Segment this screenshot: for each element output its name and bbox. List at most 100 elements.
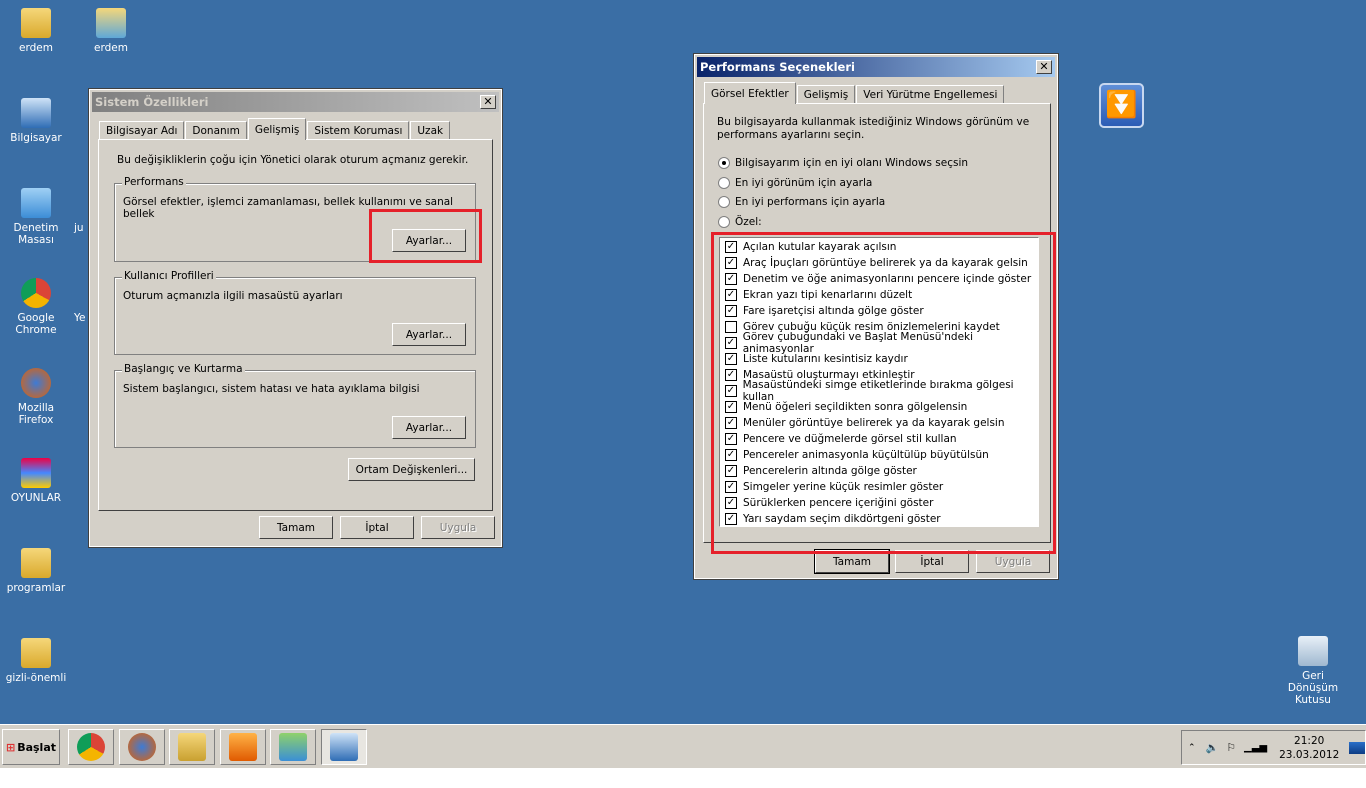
control-panel-icon xyxy=(21,188,51,218)
explorer-icon xyxy=(178,733,206,761)
taskbar-button[interactable] xyxy=(270,729,316,765)
radio-label: Bilgisayarım için en iyi olanı Windows s… xyxy=(735,157,969,169)
folder-icon xyxy=(21,548,51,578)
ok-button[interactable]: Tamam xyxy=(259,516,333,539)
taskbar-button[interactable] xyxy=(118,729,165,765)
desktop-icon[interactable]: Mozilla Firefox xyxy=(0,368,72,426)
taskbar-button[interactable] xyxy=(219,729,266,765)
users-icon xyxy=(279,733,307,761)
desktop-icon-label: gizli-önemli xyxy=(5,672,67,684)
desktop-icon[interactable]: erdem xyxy=(75,8,147,54)
desktop-icon-label: Mozilla Firefox xyxy=(17,402,55,426)
radio-button[interactable] xyxy=(718,215,730,228)
chrome-icon xyxy=(21,278,51,308)
intro-text: Bu bilgisayarda kullanmak istediğiniz Wi… xyxy=(717,116,1030,141)
media-player-icon xyxy=(228,733,257,761)
admin-note: Bu değişikliklerin çoğu için Yönetici ol… xyxy=(117,154,469,166)
chrome-icon xyxy=(77,733,105,761)
tab[interactable]: Gelişmiş xyxy=(796,85,856,104)
desktop-icon-label: Geri Dönüşüm Kutusu xyxy=(1287,670,1339,706)
computer-icon xyxy=(21,98,51,128)
games-icon xyxy=(21,458,51,488)
close-icon[interactable]: ✕ xyxy=(1036,60,1052,74)
radio-label: En iyi görünüm için ayarla xyxy=(735,176,873,189)
tab[interactable]: Görsel Efektler xyxy=(704,82,796,104)
group-title: Performans xyxy=(122,176,186,188)
tab[interactable]: Donanım xyxy=(185,121,247,140)
title-bar: Performans Seçenekleri ✕ xyxy=(697,57,1055,77)
download-widget-icon[interactable]: ⏬ xyxy=(1099,83,1144,128)
desktop-icon[interactable]: erdem xyxy=(0,8,72,54)
folder-icon xyxy=(21,638,51,668)
close-icon[interactable]: ✕ xyxy=(480,95,496,109)
show-hidden-icons-icon[interactable]: ⌃ xyxy=(1188,743,1196,753)
desktop-icon[interactable]: gizli-önemli xyxy=(0,638,72,684)
desktop-icon[interactable]: OYUNLAR xyxy=(0,458,72,504)
user-shortcut-icon xyxy=(96,8,126,38)
dialog-title: Sistem Özellikleri xyxy=(95,95,209,109)
radio-option[interactable]: Bilgisayarım için en iyi olanı Windows s… xyxy=(718,157,968,169)
clock-time: 21:20 xyxy=(1294,734,1325,747)
group-description: Sistem başlangıcı, sistem hatası ve hata… xyxy=(123,383,420,395)
desktop-icon-label: Denetim Masası xyxy=(13,222,59,246)
radio-label: Özel: xyxy=(735,215,762,228)
group-box: Kullanıcı Profilleri Oturum açmanızla ilg… xyxy=(114,270,476,355)
show-desktop-icon[interactable] xyxy=(1349,741,1365,754)
start-button[interactable]: ⊞ Başlat xyxy=(2,729,60,765)
folder-user-icon xyxy=(21,8,51,38)
windows-logo-icon: ⊞ xyxy=(5,740,16,754)
taskbar-button[interactable] xyxy=(169,729,215,765)
tab[interactable]: Sistem Koruması xyxy=(307,121,410,140)
desktop-icon-label: Bilgisayar xyxy=(10,132,62,144)
desktop-icon-label: programlar xyxy=(6,582,66,594)
radio-option[interactable]: En iyi görünüm için ayarla xyxy=(718,176,873,189)
title-bar: Sistem Özellikleri ✕ xyxy=(92,92,499,112)
settings-button[interactable]: Ayarlar... xyxy=(392,323,466,346)
firefox-icon xyxy=(127,733,156,761)
system-properties-icon xyxy=(329,733,358,761)
desktop-icon-label: Google Chrome xyxy=(15,312,57,336)
desktop-icon-label: OYUNLAR xyxy=(10,492,62,504)
group-title: Başlangıç ve Kurtarma xyxy=(122,363,245,375)
desktop-icon[interactable]: Denetim Masası xyxy=(0,188,72,246)
system-tray: ⌃ 🔈 ⚐ ▁▃▅ 21:20 23.03.2012 xyxy=(1181,730,1366,765)
group-description: Oturum açmanızla ilgili masaüstü ayarlar… xyxy=(123,290,343,302)
environment-variables-button[interactable]: Ortam Değişkenleri... xyxy=(348,458,475,481)
dialog-title: Performans Seçenekleri xyxy=(700,60,855,74)
taskbar: ⊞ Başlat ⌃ 🔈 ⚐ ▁▃▅ 21:20 23.03.2012 xyxy=(0,724,1366,768)
desktop-icon[interactable]: Geri Dönüşüm Kutusu xyxy=(1277,636,1349,706)
cancel-button[interactable]: İptal xyxy=(340,516,414,539)
taskbar-button[interactable] xyxy=(68,729,114,765)
desktop-icon-label: erdem xyxy=(94,42,128,54)
taskbar-button[interactable] xyxy=(320,729,367,765)
radio-button[interactable] xyxy=(718,196,730,208)
radio-option[interactable]: Özel: xyxy=(718,215,762,228)
tab[interactable]: Bilgisayar Adı xyxy=(99,121,185,140)
highlight-box xyxy=(369,209,482,263)
radio-button[interactable] xyxy=(718,157,730,169)
radio-option[interactable]: En iyi performans için ayarla xyxy=(718,196,885,208)
system-properties-dialog: Sistem Özellikleri ✕ Bilgisayar Adı Donanı… xyxy=(88,88,503,548)
radio-button[interactable] xyxy=(718,176,730,189)
settings-button[interactable]: Ayarlar... xyxy=(392,416,466,439)
radio-label: En iyi performans için ayarla xyxy=(735,196,886,208)
volume-icon[interactable]: 🔈 xyxy=(1206,741,1219,754)
apply-button[interactable]: Uygula xyxy=(421,516,495,539)
tab[interactable]: Uzak xyxy=(410,121,451,140)
tab[interactable]: Gelişmiş xyxy=(247,118,307,140)
highlight-box xyxy=(711,232,1056,554)
desktop-icon[interactable]: Google Chrome xyxy=(0,278,72,336)
group-box: Başlangıç ve Kurtarma Sistem başlangıcı, … xyxy=(114,363,476,448)
desktop-icon-label: erdem xyxy=(19,42,53,54)
start-label: Başlat xyxy=(17,740,57,754)
tab-panel: Bu değişikliklerin çoğu için Yönetici ol… xyxy=(98,139,493,511)
desktop-icon[interactable]: Bilgisayar xyxy=(0,98,72,144)
action-center-flag-icon[interactable]: ⚐ xyxy=(1227,742,1236,754)
tab[interactable]: Veri Yürütme Engellemesi xyxy=(856,85,1005,104)
network-signal-icon[interactable]: ▁▃▅ xyxy=(1244,742,1267,753)
desktop-icon[interactable]: programlar xyxy=(0,548,72,594)
performance-options-dialog: Performans Seçenekleri ✕ Görsel Efektler G… xyxy=(693,53,1059,580)
clock[interactable]: 21:20 23.03.2012 xyxy=(1279,734,1339,762)
group-title: Kullanıcı Profilleri xyxy=(122,270,216,282)
recycle-bin-icon xyxy=(1298,636,1328,666)
